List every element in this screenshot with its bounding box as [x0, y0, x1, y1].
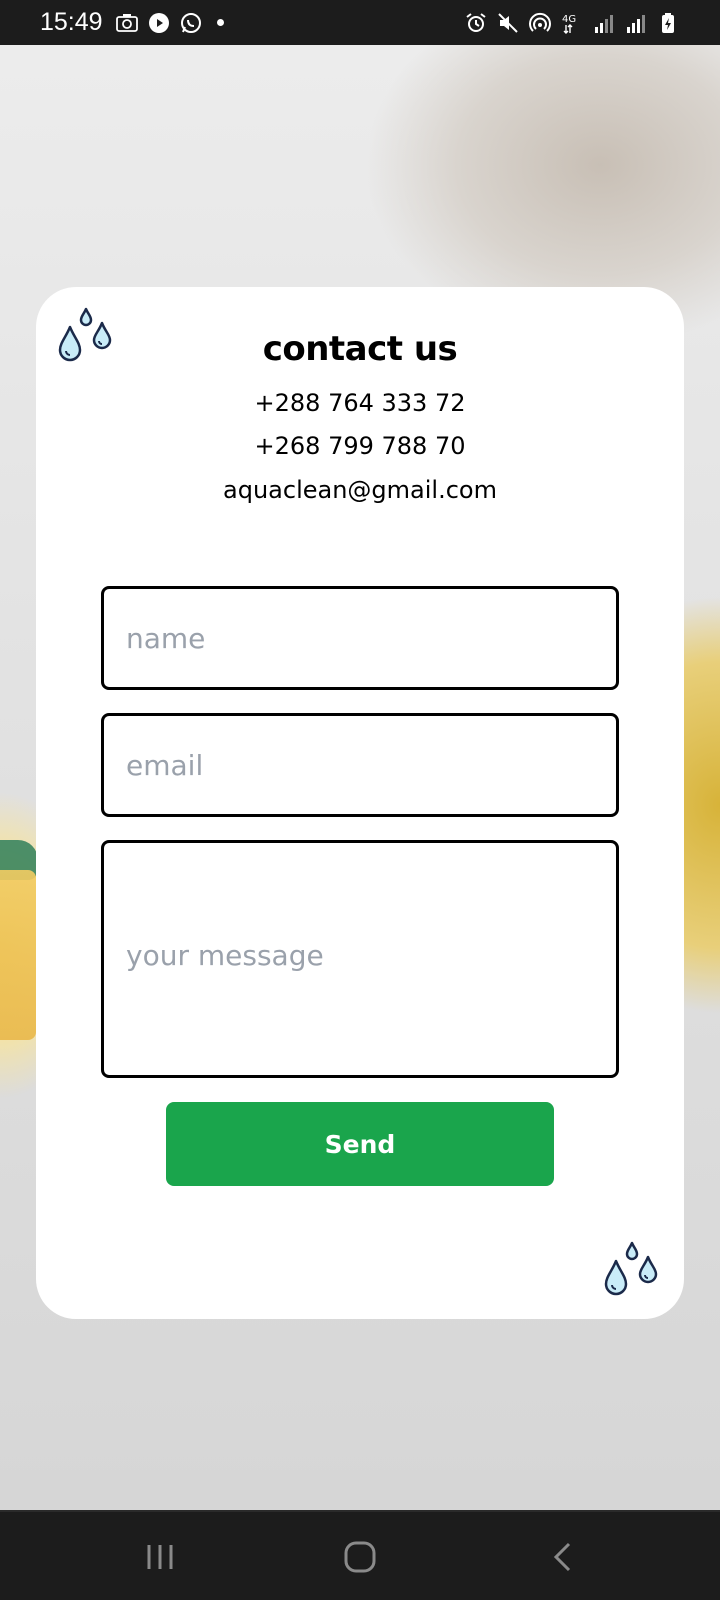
back-button[interactable]	[533, 1532, 593, 1582]
recent-apps-button[interactable]	[130, 1532, 190, 1582]
recent-apps-icon	[147, 1545, 173, 1569]
contact-email: aquaclean@gmail.com	[223, 476, 497, 504]
camera-icon	[115, 13, 138, 32]
status-left-icons	[115, 11, 224, 35]
alarm-icon	[466, 12, 486, 32]
back-icon	[553, 1542, 571, 1572]
page-title: contact us	[262, 329, 458, 369]
home-button[interactable]	[330, 1532, 390, 1582]
send-button[interactable]: Send	[166, 1102, 554, 1186]
status-right-icons: 4G	[464, 11, 680, 35]
message-input[interactable]	[101, 840, 619, 1078]
hotspot-icon	[529, 12, 551, 32]
name-input[interactable]	[101, 586, 619, 690]
mute-icon	[498, 12, 518, 33]
home-icon	[344, 1541, 376, 1573]
navigation-bar	[0, 1510, 720, 1600]
status-bar: 15:49 4G	[0, 0, 720, 45]
phone-number-2: +268 799 788 70	[254, 432, 466, 460]
water-drops-icon	[604, 1241, 658, 1296]
svg-text:4G: 4G	[562, 14, 576, 25]
email-input[interactable]	[101, 713, 619, 817]
contact-card: contact us +288 764 333 72 +268 799 788 …	[36, 287, 684, 1319]
signal-icon	[595, 14, 613, 33]
phone-number-1: +288 764 333 72	[254, 389, 466, 417]
status-time: 15:49	[40, 8, 103, 36]
notification-dot-icon	[216, 19, 224, 26]
network-4g-icon: 4G	[562, 14, 576, 34]
signal-icon	[627, 14, 645, 33]
sponge-decoration	[0, 870, 36, 1040]
play-icon	[148, 12, 169, 33]
whatsapp-icon	[180, 12, 201, 33]
battery-charging-icon	[662, 12, 674, 33]
